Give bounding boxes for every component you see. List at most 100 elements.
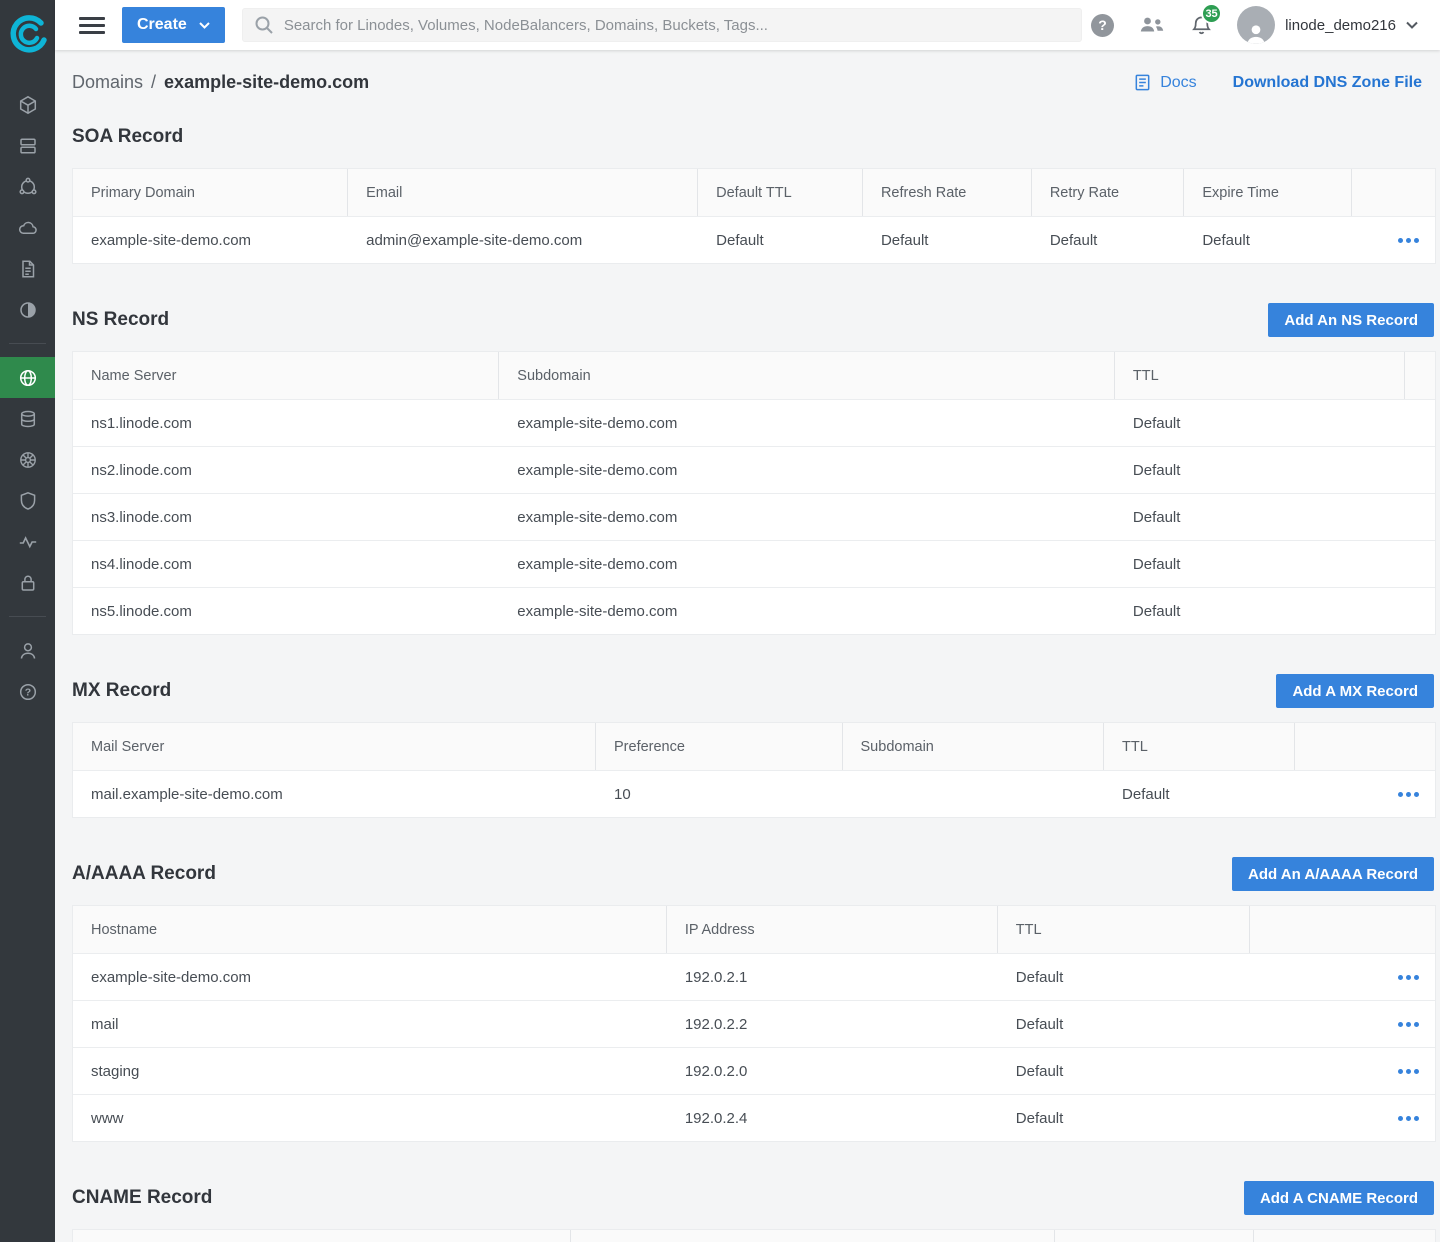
table-row: mail192.0.2.2Default [73, 1000, 1435, 1047]
column-header-actions [1250, 906, 1435, 953]
sidebar-divider [9, 616, 46, 617]
table-cell: ns2.linode.com [73, 447, 499, 493]
sidebar-item-firewalls[interactable] [0, 480, 55, 521]
table-cell: Default [1115, 541, 1405, 587]
table-cell: admin@example-site-demo.com [348, 217, 698, 263]
sidebar-item-images[interactable] [0, 289, 55, 330]
table-header-row: Primary DomainEmailDefault TTLRefresh Ra… [73, 169, 1435, 216]
table-row: mail.example-site-demo.com10Default [73, 770, 1435, 817]
sidebar-item-object-storage[interactable] [0, 207, 55, 248]
domains-icon [18, 368, 38, 388]
sidebar-item-managed[interactable] [0, 562, 55, 603]
table-cell: example-site-demo.com [499, 541, 1115, 587]
column-header: Default TTL [698, 169, 863, 216]
breadcrumb-domains-link[interactable]: Domains [72, 72, 143, 93]
column-header: Aliases to [571, 1230, 1055, 1242]
section-title-soa: SOA Record [72, 126, 183, 148]
column-header-actions [1405, 352, 1436, 399]
sidebar: ? [0, 0, 55, 1242]
column-header-actions [1295, 723, 1435, 770]
sidebar-item-nodebalancers[interactable] [0, 166, 55, 207]
row-actions-cell [1405, 588, 1436, 634]
row-actions-menu-button[interactable] [1395, 1016, 1422, 1033]
row-actions-cell [1352, 217, 1435, 263]
images-icon [18, 300, 38, 320]
docs-link[interactable]: Docs [1133, 73, 1196, 92]
row-actions-cell [1405, 400, 1436, 446]
sidebar-item-stackscripts[interactable] [0, 248, 55, 289]
a-aaaa-record-table: HostnameIP AddressTTLexample-site-demo.c… [72, 905, 1436, 1142]
row-actions-cell [1250, 1048, 1435, 1094]
sidebar-item-account[interactable] [0, 630, 55, 671]
add-cname-record-button[interactable]: Add A CNAME Record [1244, 1181, 1434, 1215]
download-dns-zone-file-link[interactable]: Download DNS Zone File [1233, 74, 1422, 92]
table-cell: example-site-demo.com [73, 954, 667, 1000]
chevron-down-icon [199, 22, 210, 29]
sidebar-item-volumes[interactable] [0, 125, 55, 166]
table-header-row: Name ServerSubdomainTTL [73, 352, 1435, 399]
notifications-button[interactable]: 35 [1190, 13, 1213, 37]
a-aaaa-record-section: A/AAAA Record Add An A/AAAA Record Hostn… [72, 856, 1436, 1142]
table-cell: 192.0.2.0 [667, 1048, 998, 1094]
table-cell: Default [1115, 588, 1405, 634]
sidebar-item-domains[interactable] [0, 357, 55, 398]
row-actions-menu-button[interactable] [1395, 1063, 1422, 1080]
row-actions-menu-button[interactable] [1395, 969, 1422, 986]
table-row: staging192.0.2.0Default [73, 1047, 1435, 1094]
avatar [1237, 6, 1275, 44]
stackscripts-icon [18, 259, 38, 279]
table-row: ns2.linode.comexample-site-demo.comDefau… [73, 446, 1435, 493]
search-icon [253, 14, 275, 36]
community-button[interactable] [1138, 15, 1166, 35]
global-search [242, 8, 1082, 42]
ns-record-table: Name ServerSubdomainTTLns1.linode.comexa… [72, 351, 1436, 635]
user-icon [1244, 22, 1268, 44]
column-header: TTL [1115, 352, 1405, 399]
volumes-icon [18, 136, 38, 156]
user-menu[interactable]: linode_demo216 [1237, 6, 1418, 44]
linode-logo[interactable] [0, 0, 55, 84]
table-header-row: Mail ServerPreferenceSubdomainTTL [73, 723, 1435, 770]
column-header-actions [1352, 169, 1435, 216]
linode-logo-icon [7, 12, 49, 58]
table-cell: 10 [596, 771, 843, 817]
add-ns-record-button[interactable]: Add An NS Record [1268, 303, 1434, 337]
kubernetes-icon [18, 450, 38, 470]
managed-icon [18, 573, 38, 593]
table-cell: ns1.linode.com [73, 400, 499, 446]
sidebar-item-databases[interactable] [0, 398, 55, 439]
sidebar-item-kubernetes[interactable] [0, 439, 55, 480]
page-header: Domains / example-site-demo.com Docs Dow… [72, 72, 1436, 93]
table-header-row: HostnameAliases toTTL [73, 1230, 1435, 1242]
column-header: Primary Domain [73, 169, 348, 216]
create-button[interactable]: Create [122, 7, 225, 43]
main-area: Create ? 35 linode_demo216 [55, 0, 1440, 1242]
row-actions-menu-button[interactable] [1395, 786, 1422, 803]
row-actions-menu-button[interactable] [1395, 1110, 1422, 1127]
column-header-actions [1254, 1230, 1435, 1242]
hamburger-menu-button[interactable] [79, 17, 105, 34]
add-a-aaaa-record-button[interactable]: Add An A/AAAA Record [1232, 857, 1434, 891]
nodebalancers-icon [18, 177, 38, 197]
table-cell: example-site-demo.com [73, 217, 348, 263]
table-cell: Default [998, 1095, 1250, 1141]
sidebar-item-help[interactable]: ? [0, 671, 55, 712]
sidebar-item-linodes[interactable] [0, 84, 55, 125]
mx-record-table: Mail ServerPreferenceSubdomainTTLmail.ex… [72, 722, 1436, 818]
search-input[interactable] [284, 17, 1071, 34]
page-actions: Docs Download DNS Zone File [1133, 73, 1422, 92]
column-header: Mail Server [73, 723, 596, 770]
table-cell: Default [1115, 447, 1405, 493]
row-actions-menu-button[interactable] [1395, 232, 1422, 249]
table-cell: mail [73, 1001, 667, 1047]
table-cell: ns5.linode.com [73, 588, 499, 634]
add-mx-record-button[interactable]: Add A MX Record [1276, 674, 1434, 708]
help-button[interactable]: ? [1091, 14, 1114, 37]
row-actions-cell [1405, 447, 1436, 493]
section-title-a-aaaa: A/AAAA Record [72, 863, 216, 885]
sidebar-item-longview[interactable] [0, 521, 55, 562]
table-row: ns3.linode.comexample-site-demo.comDefau… [73, 493, 1435, 540]
table-cell: Default [1104, 771, 1295, 817]
table-cell: example-site-demo.com [499, 447, 1115, 493]
chevron-down-icon [1406, 21, 1418, 29]
